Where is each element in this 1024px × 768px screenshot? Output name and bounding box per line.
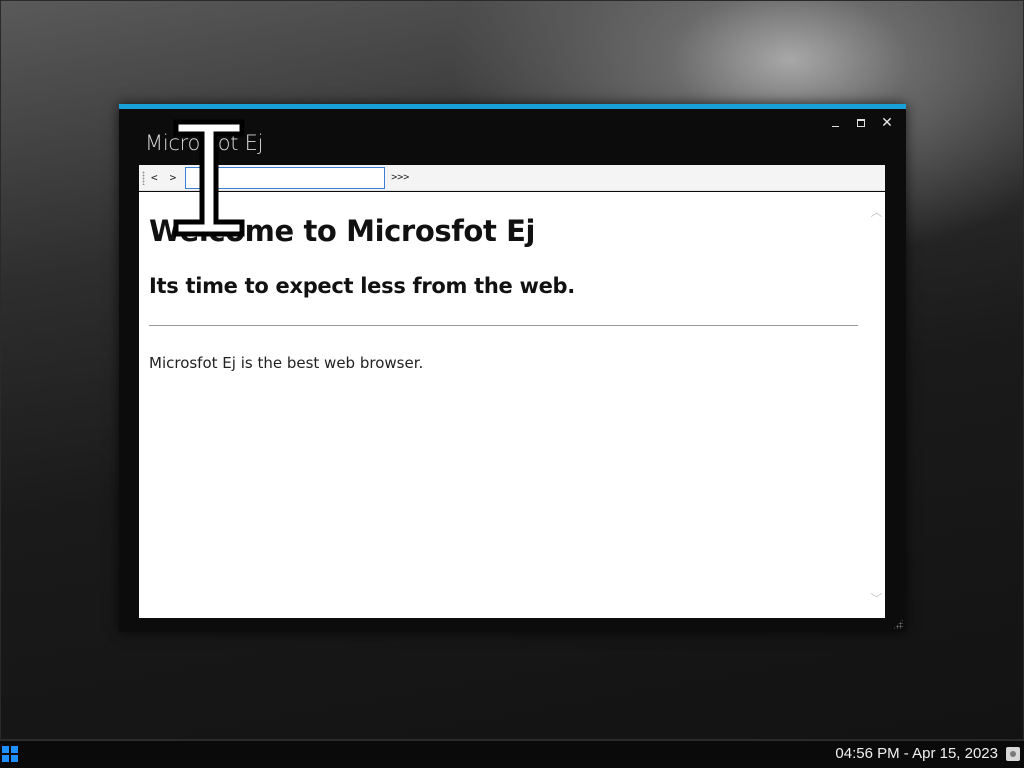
navigation-toolbar: < > >>>	[139, 165, 885, 191]
back-button[interactable]: <	[145, 168, 164, 188]
caption-buttons: ✕	[826, 115, 896, 131]
go-button[interactable]: >>>	[385, 172, 415, 183]
scroll-down-icon[interactable]: ﹀	[871, 592, 883, 606]
divider	[149, 325, 858, 326]
tray-user-icon[interactable]	[1006, 747, 1020, 761]
minimize-button[interactable]	[826, 115, 844, 131]
page-heading: Welcome to Microsfot Ej	[149, 214, 536, 248]
close-button[interactable]: ✕	[878, 115, 896, 131]
maximize-icon	[857, 119, 865, 127]
start-button[interactable]	[2, 746, 18, 762]
window-title: Microsfot Ej	[145, 131, 264, 155]
page-content: Welcome to Microsfot Ej Its time to expe…	[139, 192, 885, 618]
minimize-icon	[831, 125, 839, 127]
maximize-button[interactable]	[852, 115, 870, 131]
start-icon	[2, 746, 9, 753]
web-page: Welcome to Microsfot Ej Its time to expe…	[149, 214, 859, 372]
browser-window: Microsfot Ej ✕ < > >>> Welcome to Micros…	[119, 104, 906, 632]
vertical-scrollbar[interactable]: ︿ ﹀	[868, 192, 885, 618]
page-subheading: Its time to expect less from the web.	[149, 274, 575, 298]
close-icon: ✕	[881, 115, 893, 131]
resize-grip-icon[interactable]	[893, 619, 903, 629]
address-input[interactable]	[185, 166, 386, 189]
forward-button[interactable]: >	[164, 168, 183, 188]
page-body-text: Microsfot Ej is the best web browser.	[149, 354, 424, 372]
taskbar-clock[interactable]: 04:56 PM - Apr 15, 2023	[835, 745, 998, 762]
taskbar: 04:56 PM - Apr 15, 2023	[0, 740, 1024, 768]
scroll-up-icon[interactable]: ︿	[871, 205, 883, 219]
